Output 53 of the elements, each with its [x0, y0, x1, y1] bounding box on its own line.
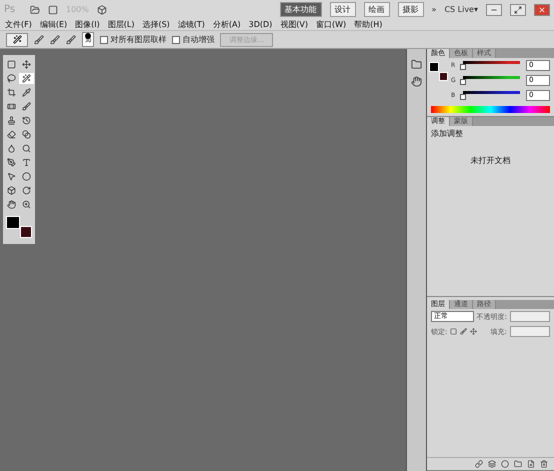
move-icon[interactable] — [470, 328, 478, 335]
close-icon — [538, 6, 546, 14]
tool-preset-button[interactable] — [6, 32, 28, 46]
foreground-swatch[interactable] — [6, 216, 20, 229]
menu-item[interactable]: 帮助(H) — [354, 19, 382, 30]
maximize-icon — [514, 6, 522, 14]
wand-icon[interactable] — [19, 73, 34, 84]
menu-item[interactable]: 图层(L) — [108, 19, 134, 30]
maximize-button[interactable] — [510, 4, 526, 16]
color-slider[interactable] — [460, 60, 523, 70]
checkbox-label: 自动增强 — [182, 34, 214, 45]
workspace-button[interactable]: 摄影 — [398, 2, 424, 17]
panel-heading: 添加调整 — [431, 128, 463, 139]
close-button[interactable] — [534, 4, 550, 16]
menu-item[interactable]: 滤镜(T) — [178, 19, 205, 30]
new-layer-icon[interactable] — [527, 460, 535, 468]
menu-item[interactable]: 窗口(W) — [316, 19, 346, 30]
fill-field[interactable] — [510, 326, 550, 337]
folder-icon[interactable] — [514, 460, 522, 468]
menu-item[interactable]: 选择(S) — [142, 19, 170, 30]
more-button[interactable]: » — [432, 5, 436, 14]
menu-item[interactable]: 图像(I) — [75, 19, 100, 30]
menu-item[interactable]: 视图(V) — [280, 19, 308, 30]
link-icon[interactable] — [475, 460, 483, 468]
app-logo: Ps — [4, 4, 16, 15]
background-swatch[interactable] — [20, 226, 32, 238]
cs-live-button[interactable]: CS Live▾ — [444, 5, 478, 14]
slider-thumb[interactable] — [460, 78, 466, 84]
menu-item[interactable]: 编辑(E) — [40, 19, 68, 30]
foreground-swatch[interactable] — [429, 62, 439, 72]
minimize-button[interactable] — [486, 4, 502, 16]
color-spectrum[interactable] — [431, 106, 550, 113]
color-slider[interactable] — [460, 90, 523, 100]
empty-message: 未打开文档 — [470, 155, 510, 166]
menu-item[interactable]: 3D(D) — [248, 20, 272, 29]
wand-icon — [12, 35, 22, 44]
checkbox[interactable] — [100, 36, 108, 44]
background-swatch[interactable] — [439, 72, 448, 81]
checkbox[interactable] — [172, 36, 180, 44]
circle-icon[interactable] — [501, 460, 509, 468]
workspace-button[interactable]: 绘画 — [364, 2, 390, 17]
workspace-button[interactable]: 基本功能 — [280, 2, 322, 17]
layers-icon[interactable] — [488, 460, 496, 468]
workspace-button[interactable]: 设计 — [330, 2, 356, 17]
opacity-field[interactable] — [510, 311, 550, 322]
color-slider[interactable] — [460, 76, 523, 86]
brush-icon[interactable] — [460, 328, 468, 335]
trash-icon[interactable] — [540, 460, 548, 468]
menu-item[interactable]: 文件(F) — [5, 19, 32, 30]
menu-item[interactable]: 分析(A) — [212, 19, 241, 30]
slider-thumb[interactable] — [460, 94, 466, 100]
slider-thumb[interactable] — [460, 64, 466, 70]
checkbox-label: 对所有图层取样 — [110, 34, 166, 45]
